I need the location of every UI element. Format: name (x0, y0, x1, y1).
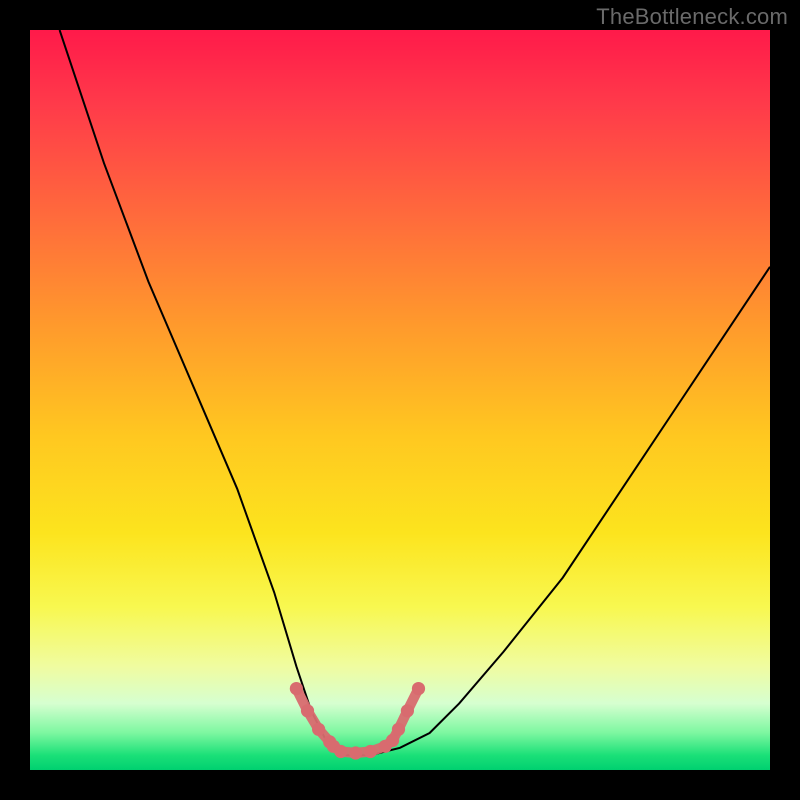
plot-area (30, 30, 770, 770)
watermark-text: TheBottleneck.com (596, 4, 788, 30)
chart-svg (30, 30, 770, 770)
minimum-marker (290, 682, 425, 760)
bottleneck-curve (60, 30, 770, 755)
chart-frame: TheBottleneck.com (0, 0, 800, 800)
